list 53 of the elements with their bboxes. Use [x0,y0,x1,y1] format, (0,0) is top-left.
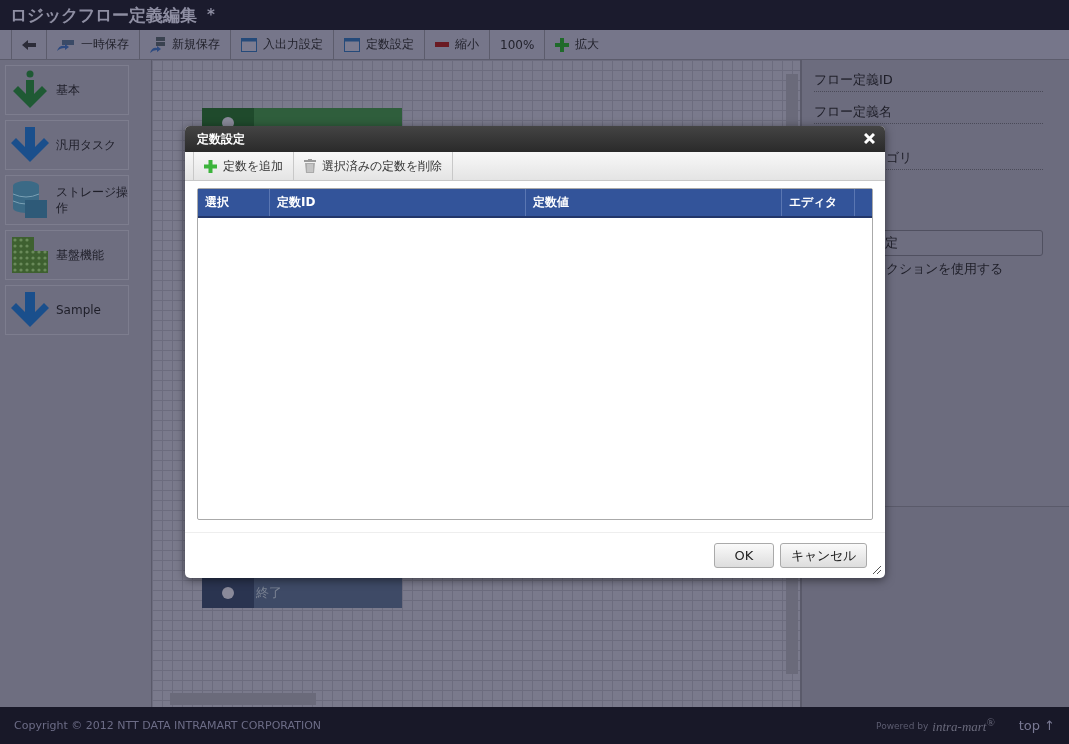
delete-button[interactable]: 選択済みの定数を削除 [293,152,453,180]
column-header[interactable]: 定数値 [526,189,782,216]
add-button[interactable]: 定数を追加 [193,152,294,180]
palette-item[interactable]: 基盤機能 [5,230,129,280]
toolbar-button[interactable]: 拡大 [544,30,610,59]
down-arrow-icon [10,290,50,330]
toolbar-button[interactable]: 一時保存 [46,30,139,59]
toolbar-button[interactable]: 入出力設定 [230,30,333,59]
dot-icon [221,586,235,600]
property-label: フロー定義ID [814,71,893,89]
column-header[interactable]: エディタ [782,189,855,216]
close-button[interactable] [864,131,875,147]
ok-button[interactable]: OK [714,543,774,568]
top-link[interactable]: top ↑ [1018,718,1055,733]
plus-icon [204,159,217,173]
palette-label: 基本 [56,82,81,98]
powered-by-text: Powered by [876,720,929,731]
server-icon [150,36,166,53]
column-header[interactable]: 定数ID [270,189,526,216]
trash-icon [304,159,316,173]
palette-label: 汎用タスク [56,137,117,153]
toolbar-button[interactable]: 新規保存 [139,30,230,59]
toolbar-button[interactable]: 定数設定 [333,30,424,59]
window-icon [344,37,360,52]
property-text: クションを使用する [886,260,1004,278]
property-label: ゴリ [885,149,912,167]
brand-logo: intra-mart$^{®}$ [932,715,995,736]
palette-label: 基盤機能 [56,247,105,263]
down-arrow-icon [10,125,50,165]
palette-item[interactable]: ストレージ操作 [5,175,129,225]
toolbar-button[interactable]: 100% [489,30,545,59]
save-icon [57,38,75,51]
dialog-title: 定数設定 [197,130,245,148]
toolbar-button[interactable]: 縮小 [424,30,489,59]
window-title: ロジックフロー定義編集 [10,3,197,27]
palette-label: Sample [56,302,102,318]
plus-icon [555,37,570,52]
cancel-button[interactable]: キャンセル [780,543,867,568]
palette-item[interactable]: 基本 [5,65,129,115]
database-icon [10,180,50,220]
copyright-text: Copyright © 2012 NTT DATA INTRAMART CORPORATION [14,719,323,732]
resize-grip-icon[interactable] [871,564,881,574]
minus-icon [435,42,449,47]
palette-item[interactable]: 汎用タスク [5,120,129,170]
unsaved-mark: * [207,6,215,24]
column-header[interactable]: 選択 [198,189,270,216]
property-label: フロー定義名 [814,103,892,121]
grid-blocks-icon [10,235,50,275]
end-node[interactable]: 終了 [202,578,402,608]
palette-label: ストレージ操作 [56,184,128,216]
palette-item[interactable]: Sample [5,285,129,335]
window-icon [241,37,257,52]
back-arrow-icon [22,39,36,50]
